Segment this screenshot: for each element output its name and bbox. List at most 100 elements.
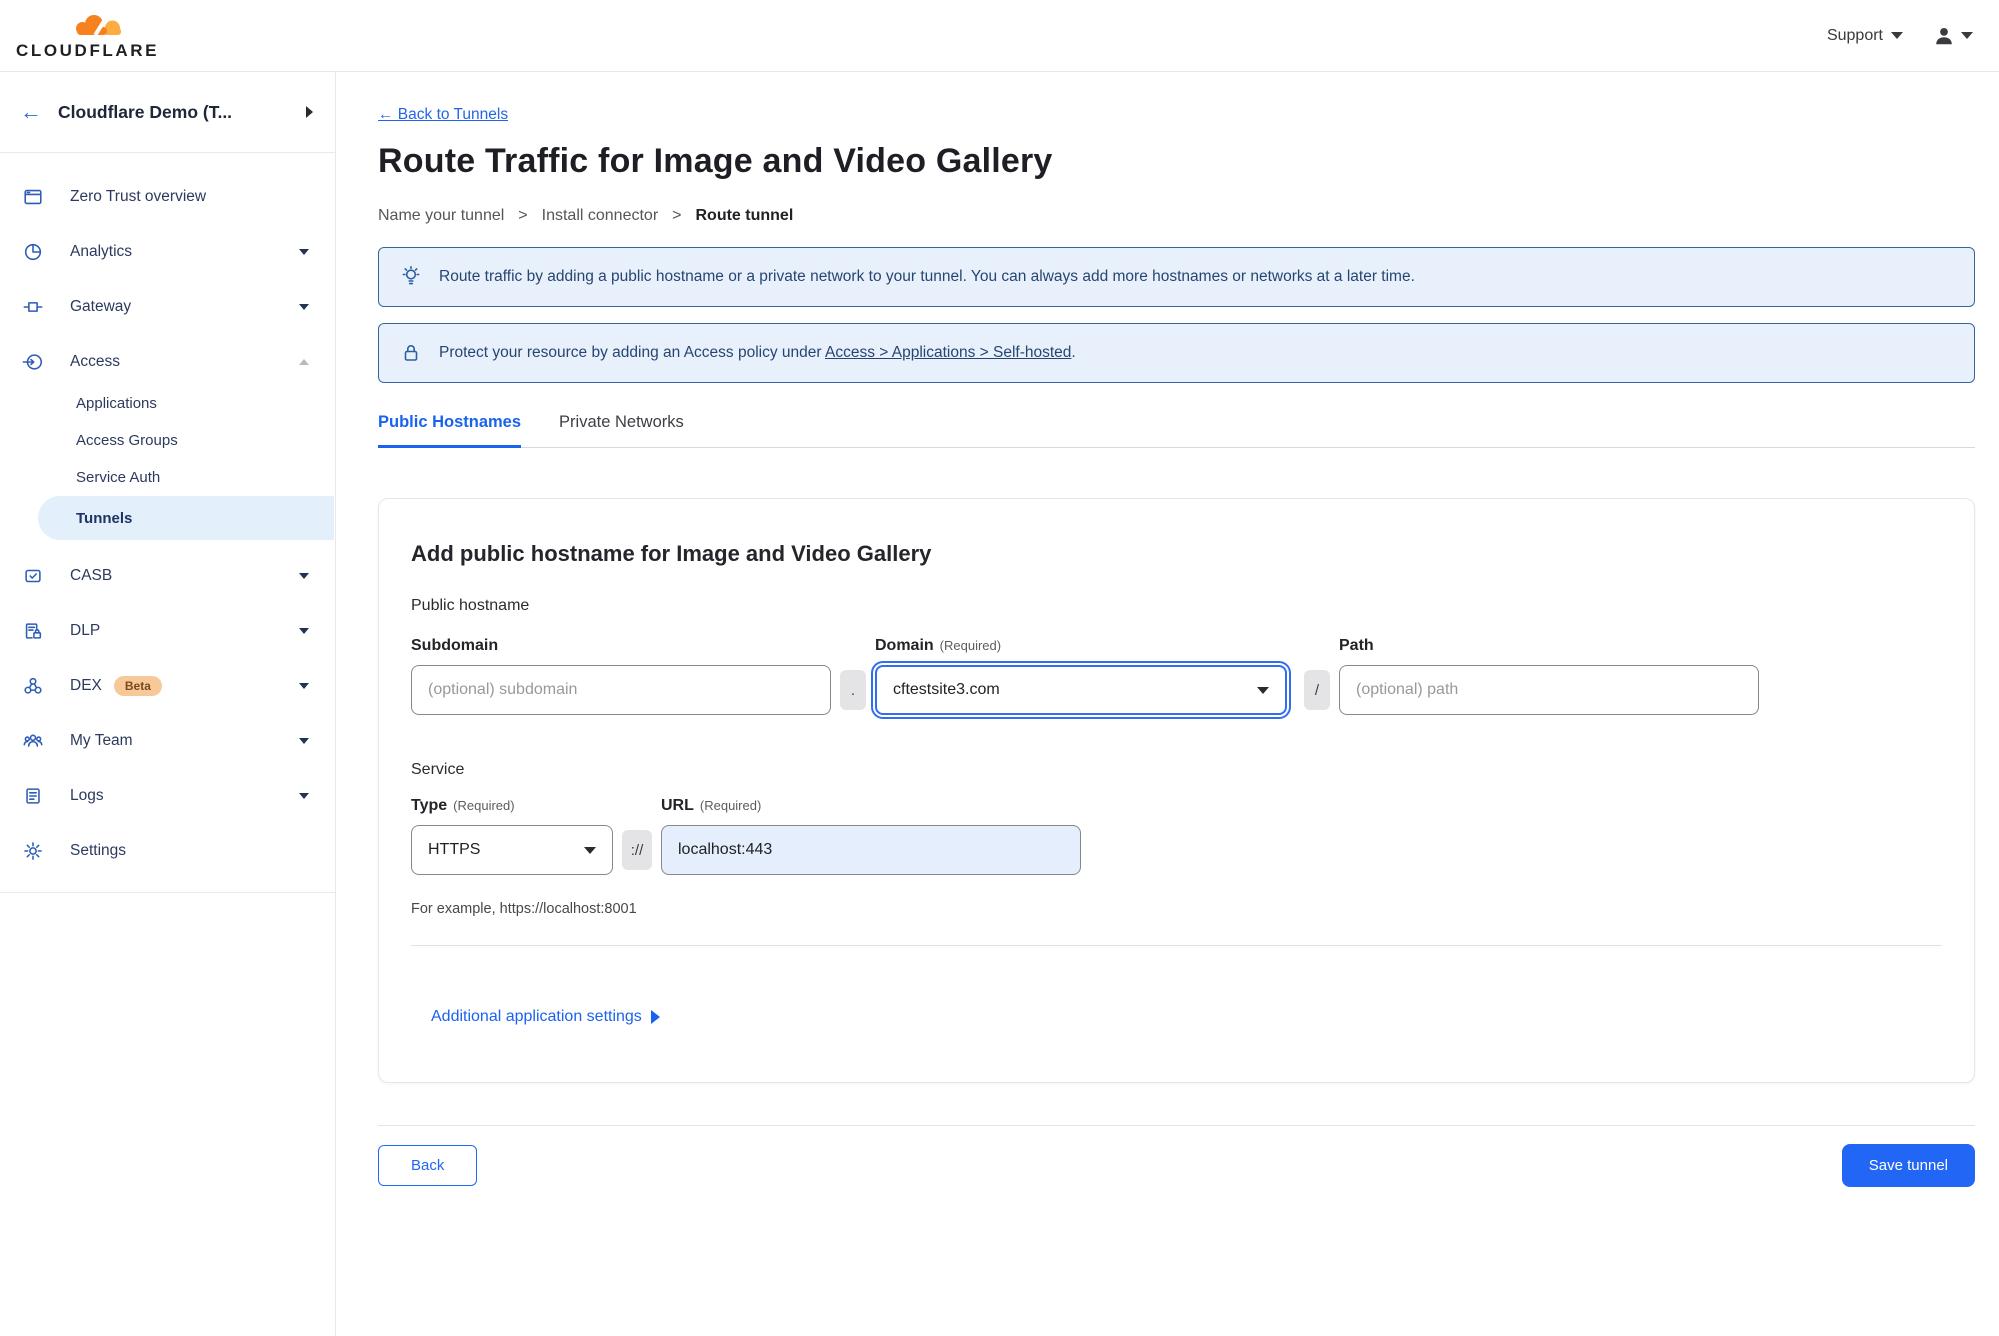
- service-url-input[interactable]: [661, 825, 1081, 875]
- subdomain-input[interactable]: [411, 665, 831, 715]
- overview-icon: [20, 185, 46, 209]
- sidebar-item-access-groups[interactable]: Access Groups: [0, 422, 335, 459]
- access-applications-self-hosted-link[interactable]: Access > Applications > Self-hosted: [825, 344, 1071, 361]
- gear-icon: [20, 839, 46, 863]
- breadcrumb-step-route-tunnel: Route tunnel: [695, 207, 794, 224]
- back-button[interactable]: Back: [378, 1145, 478, 1186]
- page-title: Route Traffic for Image and Video Galler…: [378, 142, 1053, 180]
- path-label: Path: [1339, 637, 1374, 654]
- footer-actions: Back Save tunnel: [378, 1144, 1975, 1187]
- service-type-select[interactable]: HTTPS: [411, 825, 613, 875]
- account-switcher[interactable]: ← Cloudflare Demo (T...: [0, 72, 335, 153]
- chevron-down-icon: [1961, 32, 1973, 39]
- chevron-down-icon: [299, 682, 309, 689]
- cloudflare-cloud-icon: [64, 13, 126, 41]
- user-account-menu[interactable]: [1933, 25, 1973, 47]
- chevron-down-icon: [299, 303, 309, 310]
- sidebar-item-gateway[interactable]: Gateway: [0, 279, 335, 334]
- path-input[interactable]: [1339, 665, 1759, 715]
- sidebar-nav: Zero Trust overview Analytics Gateway Ac…: [0, 153, 335, 893]
- slash-separator: /: [1304, 670, 1330, 710]
- breadcrumb-separator: >: [672, 207, 682, 224]
- tip-banner: Route traffic by adding a public hostnam…: [378, 247, 1975, 307]
- additional-application-settings-toggle[interactable]: Additional application settings: [431, 1008, 1942, 1026]
- casb-icon: [20, 564, 46, 588]
- access-icon: [20, 350, 46, 374]
- sidebar: ← Cloudflare Demo (T... Zero Trust overv…: [0, 72, 336, 1336]
- sidebar-item-applications[interactable]: Applications: [0, 385, 335, 422]
- service-section-label: Service: [411, 761, 465, 778]
- sidebar-item-zero-trust-overview[interactable]: Zero Trust overview: [0, 169, 335, 224]
- dot-separator: .: [840, 670, 866, 710]
- user-avatar-icon: [1936, 27, 1952, 44]
- footer-divider: [378, 1125, 1975, 1126]
- expand-arrow-icon: [650, 1010, 660, 1024]
- chevron-up-icon: [299, 358, 309, 365]
- sidebar-item-casb[interactable]: CASB: [0, 548, 335, 603]
- sidebar-item-analytics[interactable]: Analytics: [0, 224, 335, 279]
- gateway-icon: [20, 295, 46, 319]
- tab-private-networks[interactable]: Private Networks: [559, 413, 684, 447]
- protect-banner: Protect your resource by adding an Acces…: [378, 323, 1975, 383]
- domain-group: Domain (Required) cftestsite3.com: [871, 637, 1291, 719]
- support-menu[interactable]: Support: [1827, 27, 1903, 45]
- analytics-pie-icon: [20, 240, 46, 264]
- card-divider: [411, 945, 1942, 946]
- sidebar-item-service-auth[interactable]: Service Auth: [0, 459, 335, 496]
- beta-badge: Beta: [113, 675, 162, 696]
- chevron-down-icon: [299, 737, 309, 744]
- breadcrumb: Name your tunnel > Install connector > R…: [378, 207, 1975, 225]
- chevron-down-icon: [584, 846, 596, 854]
- tip-banner-text: Route traffic by adding a public hostnam…: [439, 268, 1415, 285]
- support-label: Support: [1826, 26, 1883, 44]
- breadcrumb-step-name-tunnel[interactable]: Name your tunnel: [378, 207, 504, 225]
- sidebar-item-dlp[interactable]: DLP: [0, 603, 335, 658]
- chevron-down-icon: [299, 572, 309, 579]
- breadcrumb-separator: >: [518, 207, 528, 224]
- top-bar: CLOUDFLARE Support: [0, 0, 1999, 72]
- chevron-down-icon: [299, 792, 309, 799]
- tab-public-hostnames[interactable]: Public Hostnames: [378, 413, 522, 448]
- save-tunnel-button[interactable]: Save tunnel: [1841, 1144, 1975, 1187]
- cloudflare-wordmark: CLOUDFLARE: [16, 40, 160, 60]
- chevron-down-icon: [1257, 686, 1269, 694]
- back-arrow-icon[interactable]: ←: [20, 101, 42, 123]
- sidebar-item-dex[interactable]: DEX Beta: [0, 658, 335, 713]
- service-type-group: Type (Required) HTTPS: [411, 797, 613, 875]
- sidebar-item-access[interactable]: Access: [0, 334, 335, 389]
- protect-banner-text: Protect your resource by adding an Acces…: [439, 344, 1076, 361]
- dex-icon: [20, 674, 46, 698]
- card-heading: Add public hostname for Image and Video …: [411, 541, 932, 566]
- sidebar-item-settings[interactable]: Settings: [0, 823, 335, 878]
- main-content: ← Back to Tunnels Route Traffic for Imag…: [336, 72, 1999, 1336]
- subdomain-group: Subdomain: [411, 637, 831, 715]
- sidebar-item-tunnels[interactable]: Tunnels: [38, 496, 334, 540]
- chevron-right-icon[interactable]: [306, 106, 313, 118]
- type-label: Type (Required): [411, 797, 515, 814]
- service-type-value: HTTPS: [428, 841, 481, 858]
- lock-icon: [399, 341, 423, 365]
- dlp-icon: [20, 619, 46, 643]
- access-subnav: Applications Access Groups Service Auth …: [0, 385, 335, 540]
- back-to-tunnels-link[interactable]: ← Back to Tunnels: [378, 106, 508, 124]
- chevron-down-icon: [299, 627, 309, 634]
- account-title: Cloudflare Demo (T...: [58, 101, 233, 122]
- url-example-text: For example, https://localhost:8001: [411, 901, 637, 917]
- subdomain-label: Subdomain: [411, 637, 499, 654]
- cloudflare-logo: CLOUDFLARE: [16, 13, 159, 59]
- required-hint: (Required): [939, 638, 1002, 653]
- scheme-separator: ://: [622, 830, 652, 870]
- required-hint: (Required): [453, 798, 515, 813]
- sidebar-item-logs[interactable]: Logs: [0, 768, 335, 823]
- domain-select[interactable]: cftestsite3.com: [871, 661, 1291, 719]
- public-hostname-card: Add public hostname for Image and Video …: [378, 498, 1975, 1083]
- chevron-down-icon: [1891, 32, 1903, 39]
- breadcrumb-step-install-connector[interactable]: Install connector: [542, 207, 659, 225]
- url-label: URL (Required): [661, 797, 762, 814]
- team-icon: [20, 729, 46, 753]
- lightbulb-icon: [399, 265, 423, 289]
- sidebar-item-my-team[interactable]: My Team: [0, 713, 335, 768]
- public-hostname-section-label: Public hostname: [411, 597, 530, 614]
- service-url-group: URL (Required): [661, 797, 1081, 875]
- logs-icon: [20, 784, 46, 808]
